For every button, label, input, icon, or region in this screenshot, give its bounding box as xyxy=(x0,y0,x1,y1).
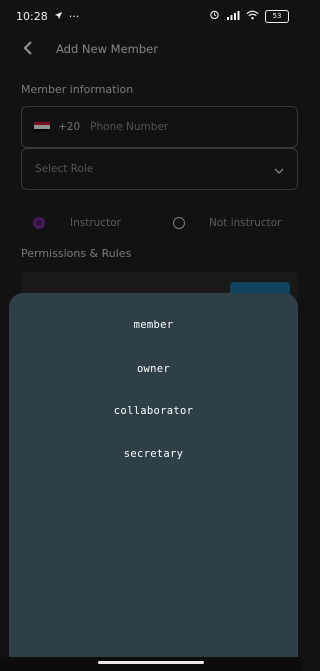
location-arrow-icon xyxy=(54,10,63,23)
instructor-radio-group: Instructor Not instructor xyxy=(0,214,303,234)
role-option-member[interactable]: member xyxy=(9,319,298,331)
radio-instructor-label[interactable]: Instructor xyxy=(70,217,121,229)
status-right: 53 xyxy=(209,9,289,23)
phone-number-input[interactable]: Phone Number xyxy=(90,121,168,133)
alarm-icon xyxy=(209,9,220,23)
role-option-owner[interactable]: owner xyxy=(9,363,298,375)
role-option-collaborator[interactable]: collaborator xyxy=(9,405,298,417)
radio-not-instructor[interactable] xyxy=(173,217,185,229)
status-more: ··· xyxy=(68,9,80,23)
chevron-down-icon xyxy=(274,160,284,179)
member-information-heading: Member information xyxy=(21,83,134,96)
egypt-flag-icon xyxy=(34,122,50,132)
role-selection-sheet: member owner collaborator secretary xyxy=(9,293,298,657)
home-indicator[interactable] xyxy=(98,661,204,664)
app-header: Add New Member xyxy=(0,32,303,66)
select-role-dropdown[interactable]: Select Role xyxy=(21,148,298,190)
status-bar: 10:28 ··· 53 xyxy=(0,0,303,32)
system-navigation-bar xyxy=(0,657,303,671)
chevron-left-icon xyxy=(22,40,34,59)
signal-icon xyxy=(226,10,240,23)
back-button[interactable] xyxy=(16,37,40,61)
radio-instructor[interactable] xyxy=(33,217,45,229)
page-title: Add New Member xyxy=(56,42,158,56)
battery-level: 53 xyxy=(272,11,282,20)
permissions-heading: Permissions & Rules xyxy=(21,247,132,260)
select-role-placeholder: Select Role xyxy=(35,163,94,175)
radio-not-instructor-label[interactable]: Not instructor xyxy=(209,217,282,229)
role-option-secretary[interactable]: secretary xyxy=(9,448,298,460)
phone-field[interactable]: +20 Phone Number xyxy=(21,106,298,148)
wifi-icon xyxy=(246,10,259,23)
battery-icon: 53 xyxy=(265,9,289,23)
status-time: 10:28 xyxy=(16,9,48,23)
status-left: 10:28 ··· xyxy=(16,10,79,23)
dial-code[interactable]: +20 xyxy=(58,121,80,133)
